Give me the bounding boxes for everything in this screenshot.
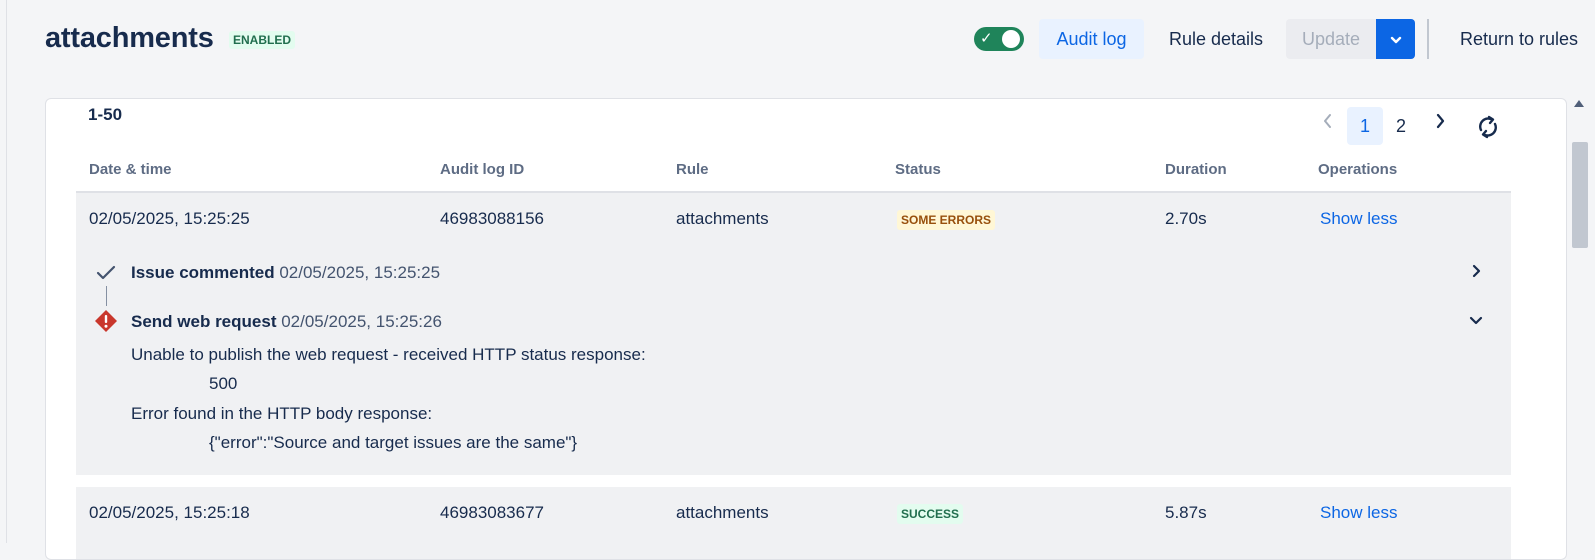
chevron-down-icon xyxy=(1390,37,1401,44)
row-duration: 5.87s xyxy=(1165,503,1207,522)
table-row[interactable]: 02/05/2025, 15:25:25 46983088156 attachm… xyxy=(76,193,1511,475)
row-rule: attachments xyxy=(676,209,769,228)
rule-enabled-toggle[interactable]: ✓ xyxy=(974,27,1024,51)
audit-log-panel: 1-50 1 2 Date & time Audit log ID Rule S… xyxy=(45,98,1567,560)
rule-details-button[interactable]: Rule details xyxy=(1155,19,1277,59)
row-duration: 2.70s xyxy=(1165,209,1207,228)
table-row[interactable]: 02/05/2025, 15:25:18 46983083677 attachm… xyxy=(76,487,1511,559)
detail-title: Send web request 02/05/2025, 15:25:26 xyxy=(131,312,442,332)
chevron-right-icon xyxy=(1472,264,1481,278)
error-body: {"error":"Source and target issues are t… xyxy=(209,433,578,452)
status-badge: ENABLED xyxy=(229,31,296,49)
chevron-down-icon xyxy=(1469,316,1483,325)
refresh-icon xyxy=(1479,115,1497,139)
audit-log-button[interactable]: Audit log xyxy=(1039,19,1144,59)
page-title: attachments xyxy=(45,22,214,54)
error-message: Error found in the HTTP body response: xyxy=(131,404,433,423)
chevron-left-icon xyxy=(1324,114,1331,128)
refresh-button[interactable] xyxy=(1474,113,1502,141)
column-header-operations: Operations xyxy=(1318,161,1398,178)
check-icon xyxy=(96,265,116,280)
update-dropdown-button[interactable] xyxy=(1376,19,1415,59)
check-icon: ✓ xyxy=(980,30,993,47)
error-message: Unable to publish the web request - rece… xyxy=(131,345,646,364)
detail-title: Issue commented 02/05/2025, 15:25:25 xyxy=(131,263,440,283)
detail-time: 02/05/2025, 15:25:25 xyxy=(279,263,441,282)
chevron-right-icon xyxy=(1436,113,1445,129)
results-range: 1-50 xyxy=(88,105,123,124)
toggle-knob xyxy=(1002,30,1020,48)
detail-title-text: Send web request xyxy=(131,312,277,331)
detail-title-text: Issue commented xyxy=(131,263,275,282)
column-header-datetime[interactable]: Date & time xyxy=(89,161,172,178)
pagination-prev-button[interactable] xyxy=(1316,109,1340,137)
show-less-link[interactable]: Show less xyxy=(1320,503,1397,523)
return-to-rules-button[interactable]: Return to rules xyxy=(1444,19,1594,59)
scroll-thumb[interactable] xyxy=(1572,142,1588,248)
update-button[interactable]: Update xyxy=(1286,19,1376,59)
detail-time: 02/05/2025, 15:25:26 xyxy=(281,312,442,331)
show-less-link[interactable]: Show less xyxy=(1320,209,1397,229)
column-header-duration[interactable]: Duration xyxy=(1165,161,1227,178)
column-header-rule[interactable]: Rule xyxy=(676,161,709,178)
column-header-audit-id[interactable]: Audit log ID xyxy=(440,161,524,178)
error-status-code: 500 xyxy=(209,374,238,393)
pagination-next-button[interactable] xyxy=(1428,109,1452,137)
status-lozenge: SOME ERRORS xyxy=(897,210,996,230)
scroll-up-arrow[interactable] xyxy=(1574,100,1584,107)
row-audit-id: 46983088156 xyxy=(440,209,545,228)
status-lozenge: SUCCESS xyxy=(897,504,964,524)
timeline-connector xyxy=(106,286,107,306)
page-left-border xyxy=(6,0,7,543)
row-datetime: 02/05/2025, 15:25:25 xyxy=(89,209,250,228)
expand-detail-button[interactable] xyxy=(1467,263,1485,281)
row-audit-id: 46983083677 xyxy=(440,503,545,522)
table-header: Date & time Audit log ID Rule Status Dur… xyxy=(76,151,1511,193)
pagination-page-2[interactable]: 2 xyxy=(1383,107,1419,145)
row-datetime: 02/05/2025, 15:25:18 xyxy=(89,503,250,522)
scrollbar[interactable] xyxy=(1570,98,1590,543)
header-divider xyxy=(1427,19,1429,59)
row-rule: attachments xyxy=(676,503,769,522)
collapse-detail-button[interactable] xyxy=(1467,312,1485,330)
column-header-status[interactable]: Status xyxy=(895,161,941,178)
error-diamond-icon xyxy=(95,310,117,332)
pagination-page-1[interactable]: 1 xyxy=(1347,107,1383,145)
